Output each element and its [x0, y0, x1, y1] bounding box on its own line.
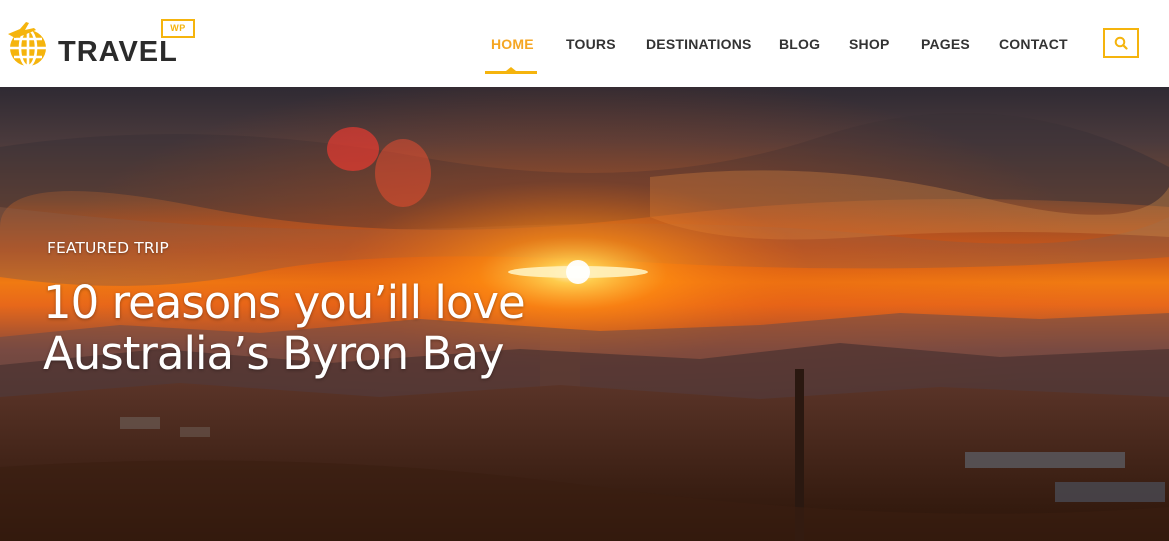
nav-item-home[interactable]: HOME [491, 34, 534, 54]
main-nav: HOME TOURS DESTINATIONS BLOG SHOP PAGES … [0, 0, 1169, 87]
nav-item-tours[interactable]: TOURS [566, 34, 616, 54]
active-indicator-bar [485, 71, 537, 74]
hero-title[interactable]: 10 reasons you’ill love Australia’s Byro… [43, 277, 603, 379]
hero-eyebrow: FEATURED TRIP [47, 239, 169, 257]
nav-item-contact[interactable]: CONTACT [999, 34, 1068, 54]
site-header: TRAVEL WP HOME TOURS DESTINATIONS BLOG S… [0, 0, 1169, 87]
nav-item-blog[interactable]: BLOG [779, 34, 820, 54]
hero-banner: FEATURED TRIP 10 reasons you’ill love Au… [0, 87, 1169, 541]
search-button[interactable] [1103, 28, 1139, 58]
nav-item-shop[interactable]: SHOP [849, 34, 889, 54]
hero-title-line-1: 10 reasons you’ill love [43, 276, 526, 329]
nav-item-pages[interactable]: PAGES [921, 34, 970, 54]
nav-item-destinations[interactable]: DESTINATIONS [646, 34, 752, 54]
search-icon [1114, 36, 1128, 50]
hero-title-line-2: Australia’s Byron Bay [43, 327, 505, 380]
